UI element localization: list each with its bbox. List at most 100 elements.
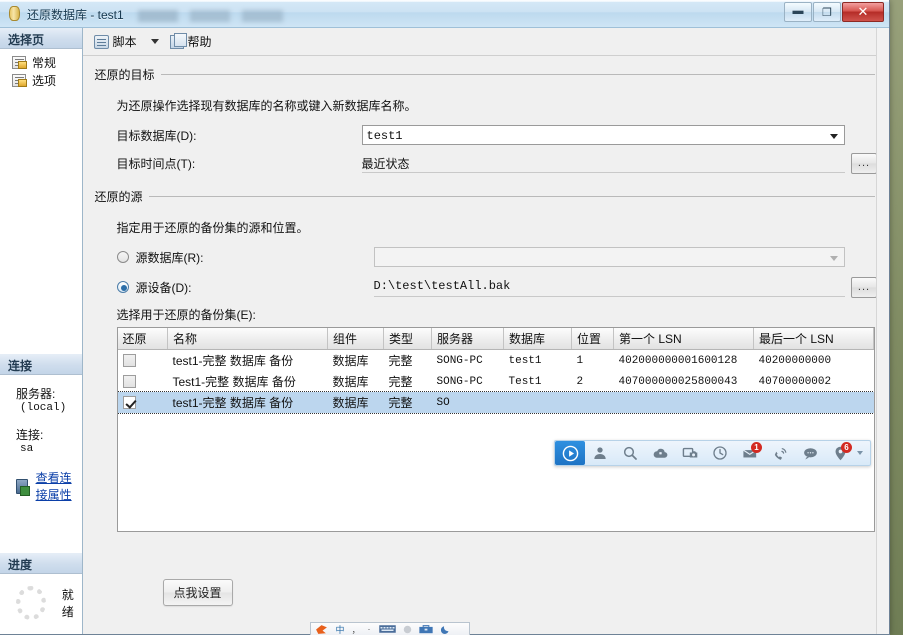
ime-language-bar[interactable]: 中 ， · xyxy=(310,622,470,635)
connection-spacer xyxy=(0,511,82,553)
chevron-down-icon[interactable] xyxy=(150,39,159,44)
restore-source-group: 还原的源 指定用于还原的备份集的源和位置。 源数据库(R): 源设备(D): D… xyxy=(95,188,878,532)
view-connection-properties-row[interactable]: 查看连接属性 xyxy=(16,469,82,503)
connection-value: sa xyxy=(20,443,34,455)
cell-type: 完整 xyxy=(388,354,413,368)
destination-description: 为还原操作选择现有数据库的名称或键入新数据库名称。 xyxy=(116,99,417,113)
table-header-row: 还原 名称 组件 类型 服务器 数据库 位置 第一个 LSN 最后一个 LSN xyxy=(117,328,874,350)
server-label: 服务器: xyxy=(16,387,56,401)
script-icon xyxy=(93,34,109,49)
cell-database xyxy=(503,392,572,413)
cell-component: 数据库 xyxy=(327,392,384,413)
col-type[interactable]: 类型 xyxy=(383,328,432,350)
table-row[interactable]: test1-完整 数据库 备份 数据库 完整 SONG-PC test1 1 4… xyxy=(118,350,874,372)
sidebar-item-general[interactable]: 常规 xyxy=(0,53,82,71)
table-row[interactable]: Test1-完整 数据库 备份 数据库 完整 SONG-PC Test1 2 4… xyxy=(118,371,874,392)
col-position[interactable]: 位置 xyxy=(571,328,614,350)
col-restore[interactable]: 还原 xyxy=(117,328,168,350)
floating-utility-toolbar[interactable]: 1 6 xyxy=(554,440,871,466)
screen: 还原数据库 - test1 ▬ ❐ ✕ 选择页 常规 选项 连接 服务器: (l… xyxy=(0,0,903,635)
progress-header: 进度 xyxy=(0,553,82,574)
toolbox-icon[interactable] xyxy=(415,623,437,635)
dialog-content: 还原的目标 为还原操作选择现有数据库的名称或键入新数据库名称。 目标数据库(D)… xyxy=(83,56,890,634)
col-last-lsn[interactable]: 最后一个 LSN xyxy=(753,328,874,350)
source-database-combo[interactable] xyxy=(373,247,845,267)
screenshot-camera-icon[interactable] xyxy=(675,441,705,465)
phone-signal-icon[interactable] xyxy=(765,441,795,465)
target-database-combo[interactable]: test1 xyxy=(361,125,845,145)
source-description: 指定用于还原的备份集的源和位置。 xyxy=(116,221,309,235)
cell-type: 完整 xyxy=(388,375,413,389)
chat-bubble-icon[interactable] xyxy=(795,441,825,465)
cell-restore-checkbox[interactable] xyxy=(118,371,168,392)
sidebar-item-options[interactable]: 选项 xyxy=(0,71,82,89)
blurred-title-overlay xyxy=(138,10,298,22)
dot-icon[interactable]: · xyxy=(363,623,375,635)
cell-server: SO xyxy=(431,392,504,413)
settings-button[interactable]: 点我设置 xyxy=(162,579,233,606)
sidebar-item-label: 选项 xyxy=(32,73,57,88)
source-database-radio[interactable] xyxy=(116,251,129,263)
col-database[interactable]: 数据库 xyxy=(503,328,572,350)
cell-position: 2 xyxy=(576,375,584,388)
progress-spinner-icon xyxy=(16,586,46,620)
clock-icon[interactable] xyxy=(705,441,735,465)
restore-database-dialog: 还原数据库 - test1 ▬ ❐ ✕ 选择页 常规 选项 连接 服务器: (l… xyxy=(0,0,890,635)
titlebar-highlight xyxy=(0,0,889,2)
restore-checkbox[interactable] xyxy=(122,353,136,367)
table-row[interactable]: test1-完整 数据库 备份 数据库 完整 SO xyxy=(117,391,875,414)
source-group-title: 还原的源 xyxy=(94,190,143,204)
dialog-vertical-scrollbar[interactable] xyxy=(876,28,889,634)
mail-icon[interactable]: 1 xyxy=(735,441,765,465)
minimize-button[interactable]: ▬ xyxy=(784,2,812,22)
chevron-down-icon[interactable] xyxy=(857,451,863,455)
help-button[interactable]: 帮助 xyxy=(167,31,215,52)
page-icon xyxy=(12,55,27,69)
source-device-value[interactable]: D:\test\testAll.bak xyxy=(373,277,845,297)
col-name[interactable]: 名称 xyxy=(167,328,328,350)
backupset-label: 选择用于还原的备份集(E): xyxy=(116,308,256,322)
view-connection-properties-link[interactable]: 查看连接属性 xyxy=(36,469,82,503)
backup-sets-grid[interactable]: 还原 名称 组件 类型 服务器 数据库 位置 第一个 LSN 最后一个 LSN xyxy=(116,327,875,532)
location-pin-icon[interactable]: 6 xyxy=(825,441,855,465)
cloud-icon[interactable] xyxy=(645,441,675,465)
search-icon[interactable] xyxy=(615,441,645,465)
cell-component: 数据库 xyxy=(332,375,369,389)
chinese-mode-icon[interactable]: 中 xyxy=(331,623,349,635)
user-icon[interactable] xyxy=(585,441,615,465)
moon-icon[interactable] xyxy=(437,623,455,635)
col-server[interactable]: 服务器 xyxy=(431,328,504,350)
connection-label: 连接: xyxy=(16,428,44,442)
punctuation-icon[interactable]: ， xyxy=(349,623,363,635)
divider xyxy=(148,196,875,197)
source-device-radio[interactable] xyxy=(116,281,129,293)
keyboard-icon[interactable] xyxy=(375,623,399,635)
restore-destination-group: 还原的目标 为还原操作选择现有数据库的名称或键入新数据库名称。 目标数据库(D)… xyxy=(95,66,877,174)
restore-checkbox[interactable] xyxy=(122,374,136,388)
source-device-row: 源设备(D): D:\test\testAll.bak ... xyxy=(116,276,877,298)
maximize-button[interactable]: ❐ xyxy=(813,2,841,22)
source-device-browse-button[interactable]: ... xyxy=(851,276,877,298)
restore-checkbox[interactable] xyxy=(122,395,136,409)
server-value: (local) xyxy=(20,402,67,414)
maximize-icon: ❐ xyxy=(822,6,832,19)
col-component[interactable]: 组件 xyxy=(327,328,384,350)
cell-restore-checkbox[interactable] xyxy=(117,392,168,413)
close-button[interactable]: ✕ xyxy=(842,2,884,22)
select-page-header: 选择页 xyxy=(0,28,82,49)
backup-sets-table: 还原 名称 组件 类型 服务器 数据库 位置 第一个 LSN 最后一个 LSN xyxy=(117,328,875,414)
circle-icon[interactable] xyxy=(399,623,415,635)
target-time-value[interactable]: 最近状态 xyxy=(361,153,845,173)
target-time-browse-button[interactable]: ... xyxy=(851,152,877,174)
script-button[interactable]: 脚本 xyxy=(91,31,140,52)
main-panel: 脚本 帮助 还原的目标 为还原操作选择现有数据库的名称或键入新数据库名称。 目标… xyxy=(82,28,890,634)
play-circle-icon[interactable] xyxy=(555,441,585,465)
progress-info: 就绪 xyxy=(0,574,82,620)
cell-restore-checkbox[interactable] xyxy=(118,350,168,372)
ime-logo-icon[interactable] xyxy=(311,623,331,635)
chevron-down-icon xyxy=(830,134,838,139)
col-first-lsn[interactable]: 第一个 LSN xyxy=(613,328,754,350)
page-list: 常规 选项 xyxy=(0,49,82,89)
source-group-title-row: 还原的源 xyxy=(95,188,878,205)
cell-database: Test1 xyxy=(508,375,542,388)
